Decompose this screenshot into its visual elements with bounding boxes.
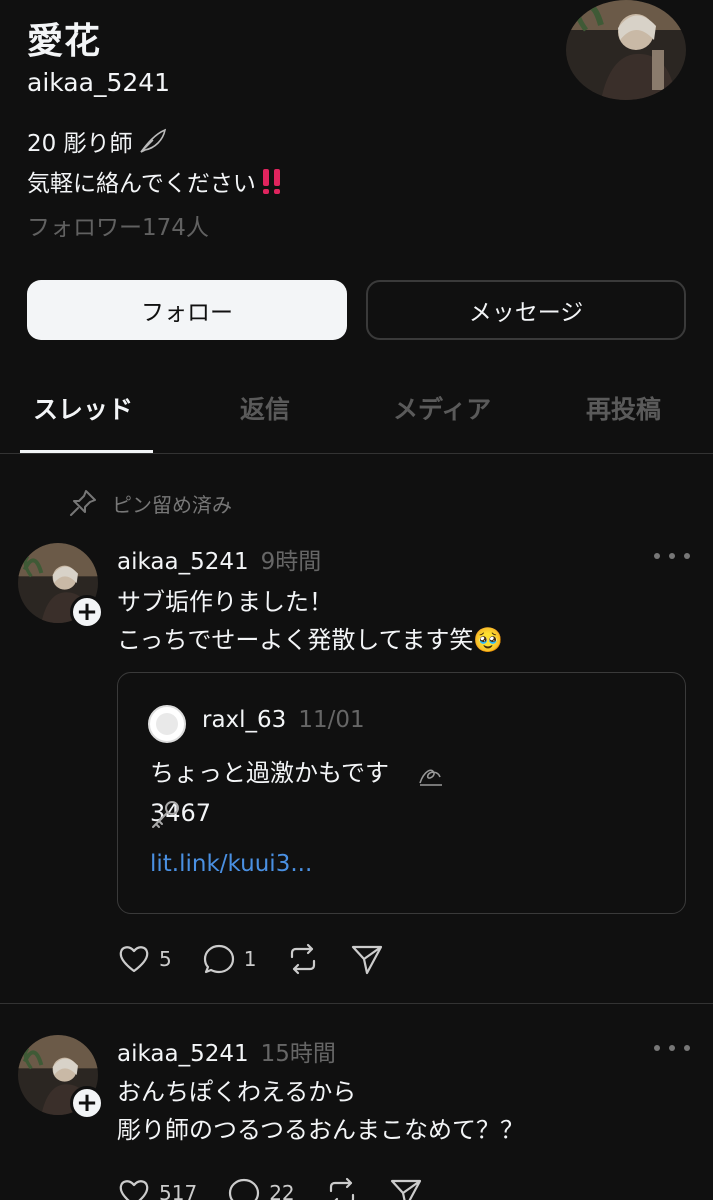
tab-media[interactable]: メディア [393,390,491,426]
repost-icon [329,1177,354,1200]
reply-count: 22 [269,1181,295,1200]
reply-button[interactable]: 22 [227,1176,295,1200]
send-icon [390,1179,421,1200]
profile-name: 愛花 [27,21,102,62]
post-actions: 517 22 [117,1176,453,1200]
quote-header: raxl_63 11/01 [202,707,365,733]
post-time: 15時間 [260,1041,336,1067]
post-text: サブ垢作りました！ こっちでせーよく発散してます笑🥹 [117,588,504,654]
quote-text: ちょっと過激かもです 3467 [150,759,390,827]
like-count: 5 [159,947,172,971]
post-username[interactable]: aikaa_5241 [117,1041,249,1067]
more-options-icon[interactable] [654,1045,690,1055]
follow-plus-icon[interactable]: + [70,1086,104,1120]
bio-line-1: 20 彫り師 [27,124,169,158]
heart-icon [119,946,149,973]
more-options-icon[interactable] [654,553,690,563]
post-divider [0,1003,713,1004]
like-count: 517 [159,1181,198,1200]
follow-plus-icon[interactable]: + [70,595,104,629]
post-username[interactable]: aikaa_5241 [117,549,249,575]
profile-tabs: スレッド 返信 メディア 再投稿 [0,380,713,454]
tab-reposts[interactable]: 再投稿 [586,390,661,426]
repost-button[interactable] [286,942,320,976]
profile-handle: aikaa_5241 [27,68,171,97]
quill-pen-icon [139,128,166,153]
double-exclamation-icon [262,169,280,194]
comment-icon [203,944,234,974]
profile-avatar[interactable] [566,0,686,100]
quote-avatar [148,705,186,743]
pin-icon [70,490,96,516]
pinned-label: ピン留め済み [68,488,232,518]
pinned-text: ピン留め済み [112,492,232,517]
repost-icon [291,943,316,975]
quote-date: 11/01 [298,707,365,733]
send-icon [352,945,383,975]
active-tab-indicator [20,450,153,453]
like-button[interactable]: 5 [117,942,172,976]
message-button[interactable]: メッセージ [366,280,686,340]
avatar-photo-icon [566,0,686,100]
share-button[interactable] [350,942,384,976]
bio-line-2: 気軽に絡んでください [27,164,286,198]
bio-text-2: 気軽に絡んでください [27,171,256,197]
repost-button[interactable] [325,1176,359,1200]
post-text: おんちぽくわえるから 彫り師のつるつるおんまこなめて？？ [117,1078,525,1144]
tab-threads[interactable]: スレッド [33,390,133,426]
quoted-post[interactable]: raxl_63 11/01 ちょっと過激かもです 3467 lit.link/k… [117,672,686,914]
reply-count: 1 [243,947,257,971]
reply-button[interactable]: 1 [202,942,257,976]
quote-link[interactable]: lit.link/kuui3... [150,851,312,877]
scribble-icon [419,769,442,786]
post-header: aikaa_5241 9時間 [117,542,321,576]
post-header: aikaa_5241 15時間 [117,1034,336,1068]
bio-text-1: 20 彫り師 [27,131,133,157]
post-actions: 5 1 [117,942,414,976]
heart-icon [119,1180,149,1200]
like-button[interactable]: 517 [117,1176,197,1200]
quote-username[interactable]: raxl_63 [202,707,286,733]
tab-replies[interactable]: 返信 [240,390,290,426]
follow-button[interactable]: フォロー [27,280,347,340]
post-time: 9時間 [260,549,322,575]
followers-count[interactable]: フォロワー174人 [27,208,209,242]
comment-icon [229,1178,260,1200]
key-icon [152,801,179,828]
share-button[interactable] [389,1176,423,1200]
